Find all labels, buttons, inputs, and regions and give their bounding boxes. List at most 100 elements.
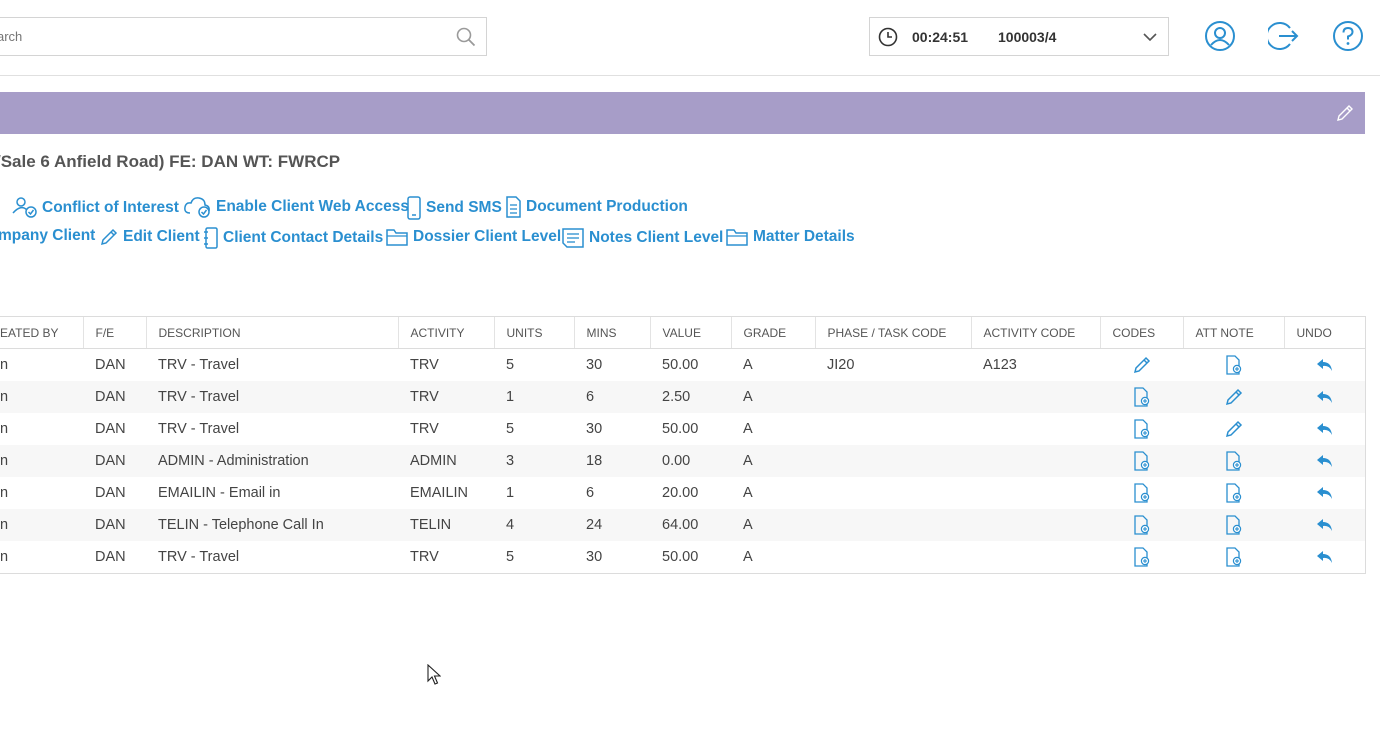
undo-icon[interactable] [1316,389,1334,405]
add-document-icon[interactable] [1225,355,1243,375]
cell-created-by: n [0,421,9,437]
add-document-icon[interactable] [1133,547,1151,567]
cell-activity-code [971,477,1100,509]
col-att-note[interactable]: ATT NOTE [1183,317,1285,349]
cell-fe: DAN [95,389,126,405]
table-row[interactable]: n DAN TELIN - Telephone Call In TELIN 4 24 64.… [0,509,1365,541]
add-document-icon[interactable] [1133,483,1151,503]
col-mins[interactable]: MINS [574,317,651,349]
cell-activity: TRV [410,549,439,565]
pencil-icon[interactable] [1224,420,1244,438]
cell-description: ADMIN - Administration [158,453,309,469]
client-contact-details-link[interactable]: Client Contact Details [203,227,383,249]
chevron-down-icon[interactable] [1142,30,1158,48]
cell-phase-task-code [815,541,971,573]
logout-icon[interactable] [1265,20,1300,52]
undo-icon[interactable] [1316,357,1334,373]
company-client-link[interactable]: mpany Client [0,227,95,245]
col-activity[interactable]: ACTIVITY [398,317,495,349]
col-units[interactable]: UNITS [494,317,575,349]
pencil-icon[interactable] [1224,388,1244,406]
col-activity-code[interactable]: ACTIVITY CODE [971,317,1101,349]
dossier-client-level-label: Dossier Client Level [413,228,562,245]
cell-description: TRV - Travel [158,357,240,373]
cell-mins: 6 [586,389,595,405]
cell-activity-code [971,541,1100,573]
col-grade[interactable]: GRADE [731,317,816,349]
user-circle-icon[interactable] [1204,20,1236,52]
cell-mins: 30 [586,421,603,437]
add-document-icon[interactable] [1225,547,1243,567]
add-document-icon[interactable] [1133,419,1151,439]
add-document-icon[interactable] [1225,451,1243,471]
codes-cell [1100,477,1183,509]
add-document-icon[interactable] [1133,387,1151,407]
table-row[interactable]: n DAN EMAILIN - Email in EMAILIN 1 6 20.00 A [0,477,1365,509]
cell-activity: TRV [410,421,439,437]
col-phase-task-code[interactable]: PHASE / TASK CODE [815,317,972,349]
cell-description: TRV - Travel [158,421,240,437]
table-row[interactable]: n DAN TRV - Travel TRV 5 30 50.00 A [0,541,1365,573]
cell-value: 2.50 [662,389,691,405]
att-note-cell [1183,445,1284,477]
att-note-cell [1183,349,1284,382]
cell-activity: EMAILIN [410,485,469,501]
pencil-icon[interactable] [1335,103,1355,128]
codes-cell [1100,509,1183,541]
undo-icon[interactable] [1316,549,1334,565]
col-description[interactable]: DESCRIPTION [146,317,399,349]
notes-client-level-link[interactable]: Notes Client Level [561,227,723,249]
undo-icon[interactable] [1316,517,1334,533]
cell-value: 64.00 [662,517,699,533]
att-note-cell [1183,381,1284,413]
help-icon[interactable] [1332,20,1364,52]
cell-activity-code [971,381,1100,413]
cell-created-by: n [0,485,9,501]
col-codes[interactable]: CODES [1100,317,1184,349]
undo-icon[interactable] [1316,453,1334,469]
timer-matter-selector[interactable]: 00:24:51 100003/4 [869,17,1169,56]
matter-header-band [0,92,1365,134]
matter-details-link[interactable]: Matter Details [726,227,855,247]
col-undo[interactable]: UNDO [1284,317,1365,349]
table-row[interactable]: n DAN TRV - Travel TRV 5 30 50.00 A [0,413,1365,445]
pencil-icon[interactable] [1132,356,1152,374]
add-document-icon[interactable] [1133,515,1151,535]
undo-cell [1284,413,1365,445]
codes-cell [1100,445,1183,477]
matter-number: 100003/4 [998,29,1057,45]
cell-phase-task-code [815,509,971,541]
edit-client-link[interactable]: Edit Client [99,227,200,247]
send-sms-link[interactable]: Send SMS [406,196,502,220]
add-document-icon[interactable] [1133,451,1151,471]
col-value[interactable]: VALUE [650,317,732,349]
add-document-icon[interactable] [1225,483,1243,503]
undo-icon[interactable] [1316,421,1334,437]
cell-created-by: n [0,549,9,565]
table-row[interactable]: n DAN TRV - Travel TRV 5 30 50.00 A JI20 A123 [0,349,1365,382]
table-row[interactable]: n DAN ADMIN - Administration ADMIN 3 18 0.00 A [0,445,1365,477]
cell-fe: DAN [95,517,126,533]
conflict-of-interest-link[interactable]: Conflict of Interest [12,196,179,220]
col-created-by[interactable]: EATED BY [0,317,84,349]
undo-icon[interactable] [1316,485,1334,501]
cell-units: 5 [506,357,515,373]
enable-client-web-access-label: Enable Client Web Access [216,198,409,215]
cell-units: 5 [506,549,515,565]
table-row[interactable]: n DAN TRV - Travel TRV 1 6 2.50 A [0,381,1365,413]
cell-created-by: n [0,357,9,373]
cell-created-by: n [0,517,9,533]
document-production-link[interactable]: Document Production [505,196,688,218]
partial-action[interactable] [0,196,5,216]
search-input[interactable] [0,18,439,55]
time-entries-grid: EATED BY F/E DESCRIPTION ACTIVITY UNITS … [0,316,1366,574]
cell-fe: DAN [95,453,126,469]
search-box[interactable] [0,17,487,56]
add-document-icon[interactable] [1225,515,1243,535]
enable-client-web-access-link[interactable]: Enable Client Web Access [183,196,409,218]
dossier-client-level-link[interactable]: Dossier Client Level [386,227,561,247]
cell-activity: ADMIN [410,453,457,469]
cell-fe: DAN [95,421,126,437]
col-fe[interactable]: F/E [83,317,147,349]
search-icon[interactable] [456,27,476,52]
